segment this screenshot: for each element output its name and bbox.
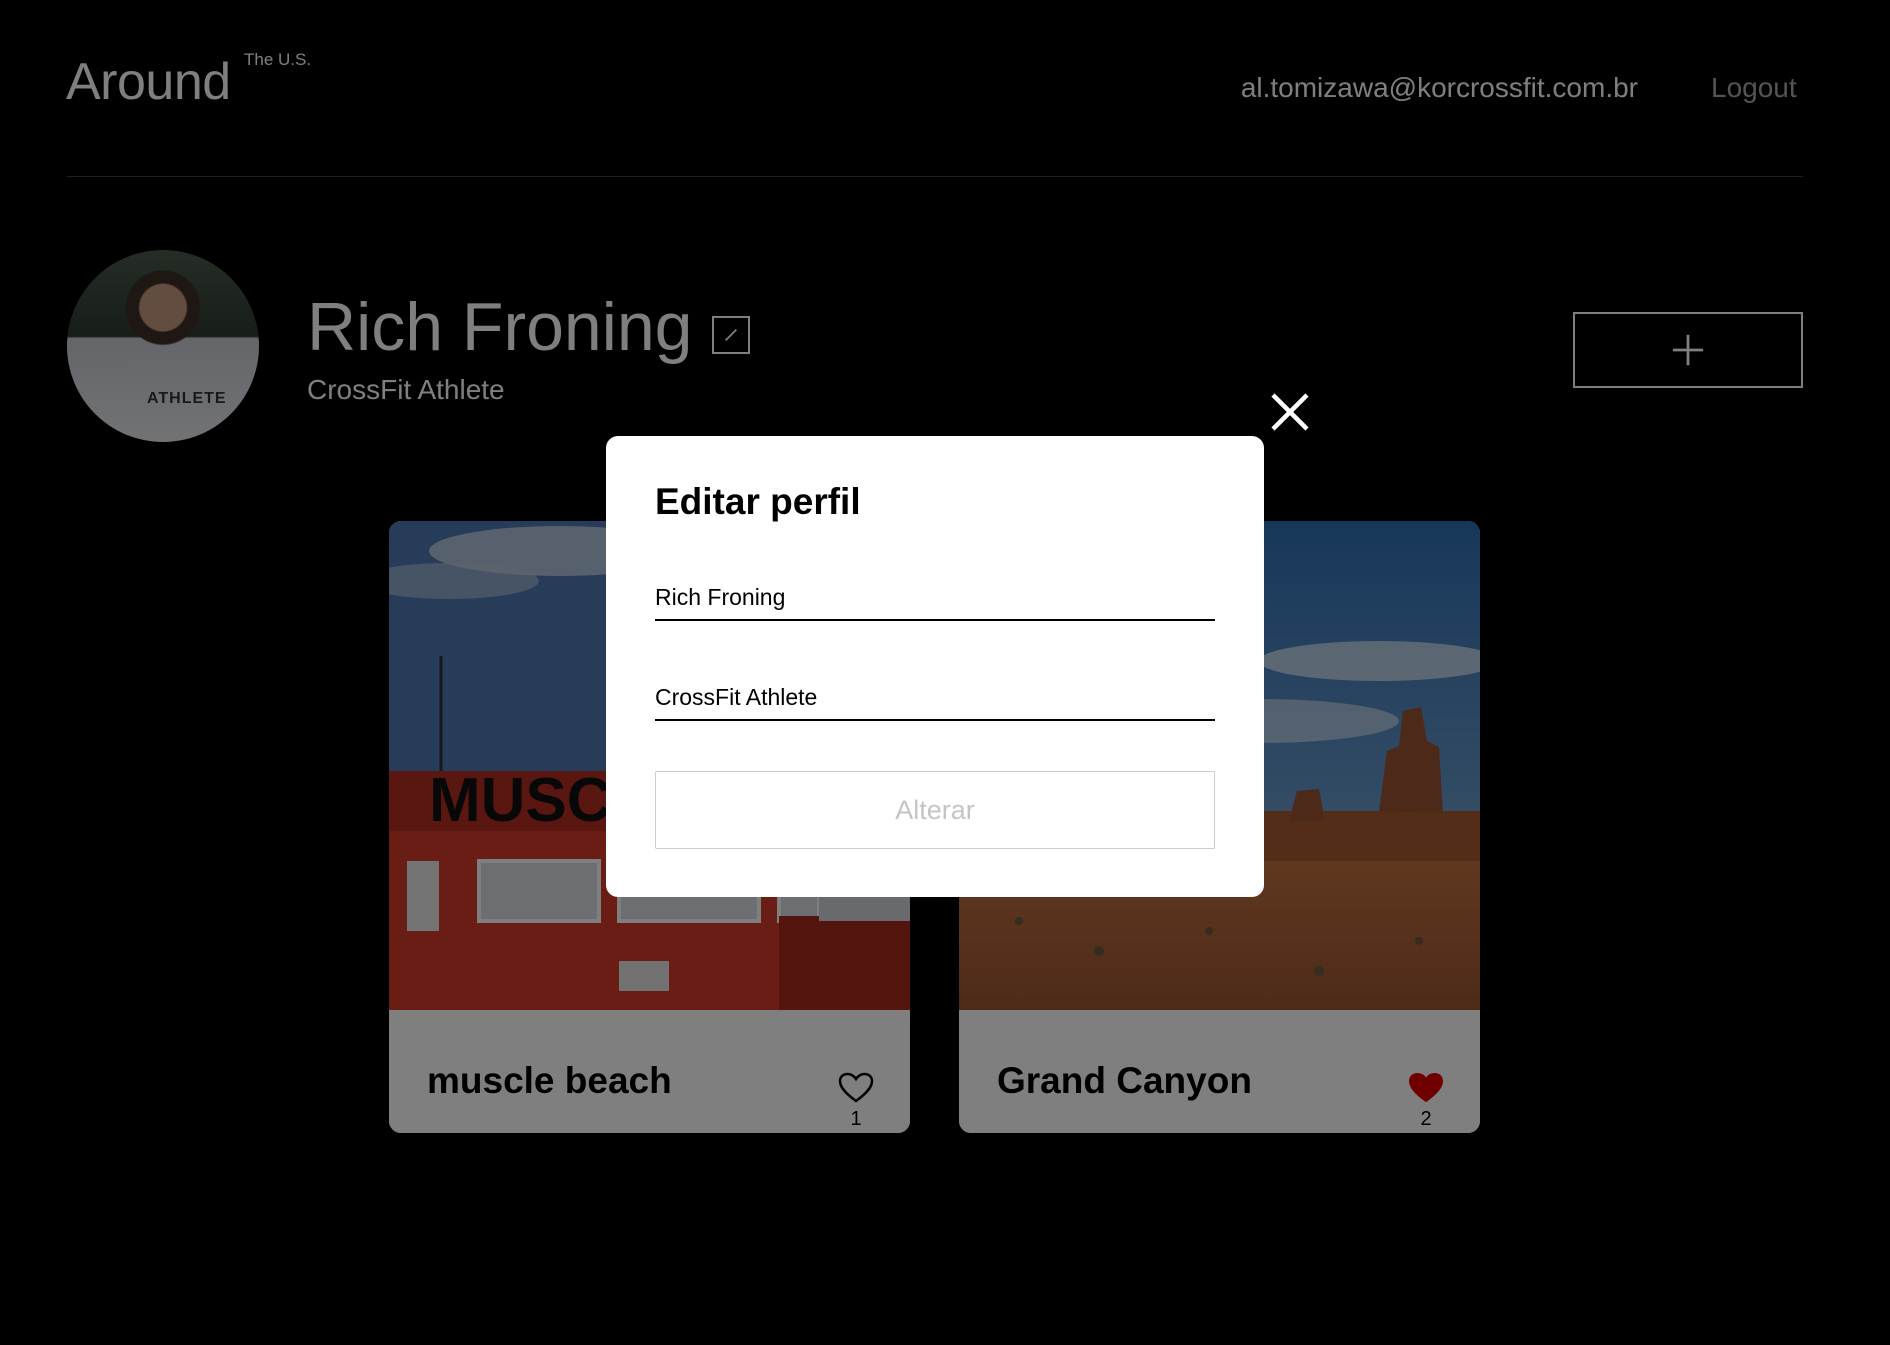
edit-profile-modal: Editar perfil Alterar bbox=[606, 436, 1264, 897]
about-input[interactable] bbox=[655, 675, 1215, 721]
save-button[interactable]: Alterar bbox=[655, 771, 1215, 849]
close-modal-button[interactable] bbox=[1268, 390, 1312, 434]
name-input[interactable] bbox=[655, 575, 1215, 621]
page: Around The U.S. al.tomizawa@korcrossfit.… bbox=[0, 0, 1890, 1345]
modal-title: Editar perfil bbox=[655, 481, 861, 522]
close-icon bbox=[1271, 393, 1309, 431]
